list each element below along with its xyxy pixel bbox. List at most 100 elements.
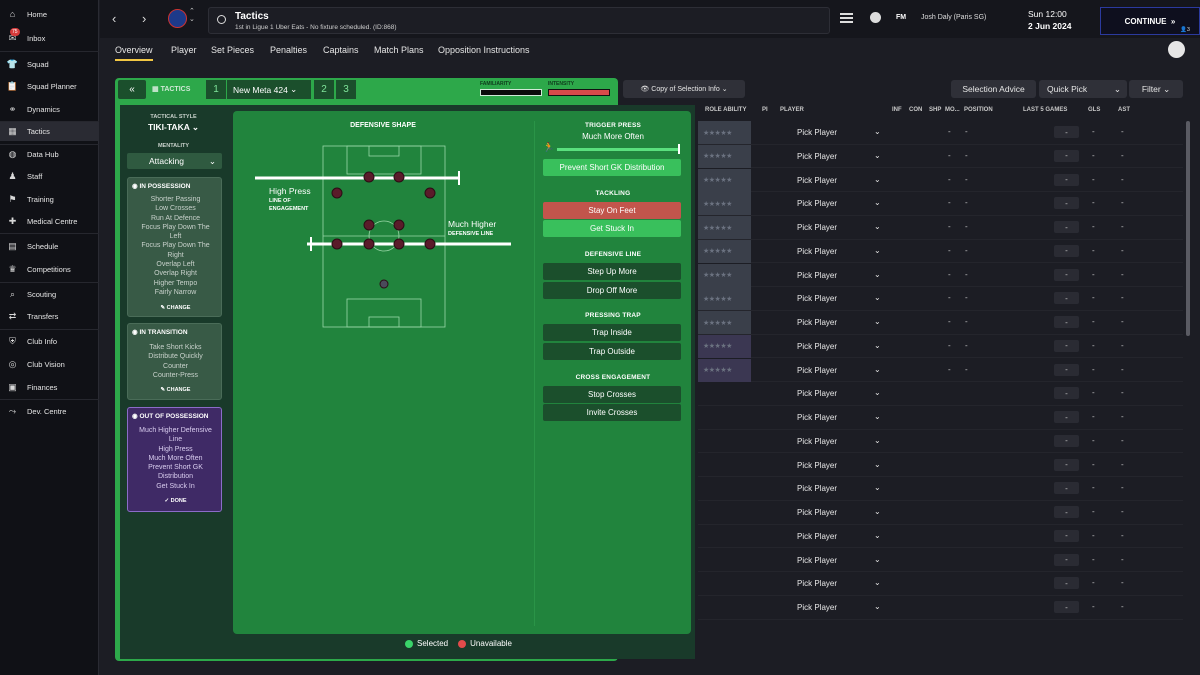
sidebar-item-squad[interactable]: 👕 Squad (0, 54, 99, 74)
column-header[interactable]: POSITION (964, 107, 993, 113)
tactic-slot-1[interactable]: 1 (206, 80, 226, 99)
pick-player-select[interactable]: Pick Player (797, 484, 837, 493)
chevron-down-icon[interactable]: ⌄ (874, 127, 881, 136)
table-scrollbar[interactable] (1186, 121, 1190, 336)
pick-player-select[interactable]: Pick Player (797, 603, 837, 612)
chevron-down-icon[interactable]: ⌄ (874, 483, 881, 492)
tab-captains[interactable]: Captains (323, 45, 359, 55)
chevron-down-icon[interactable]: ⌄ (874, 555, 881, 564)
chevron-down-icon[interactable]: ⌄ (874, 270, 881, 279)
column-header[interactable]: MO... (945, 107, 960, 113)
sidebar-item-dev-centre[interactable]: ⤳ Dev. Centre (0, 401, 99, 421)
table-row[interactable]: Pick Player ⌄ - - - (698, 549, 1183, 573)
trigger-press-handle[interactable] (678, 144, 680, 154)
stop-crosses-button[interactable]: Stop Crosses (543, 386, 681, 403)
sidebar-item-training[interactable]: ⚑ Training (0, 189, 99, 209)
sidebar-item-staff[interactable]: ♟ Staff (0, 166, 99, 186)
pick-player-select[interactable]: Pick Player (797, 508, 837, 517)
chevron-down-icon[interactable]: ⌄ (874, 436, 881, 445)
column-header[interactable]: INF (892, 107, 902, 113)
in-transition-box[interactable]: ◉ IN TRANSITION Take Short Kicks Distribu… (127, 323, 222, 400)
tactical-style-select[interactable]: TIKI-TAKA ⌄ (120, 122, 227, 133)
column-header[interactable]: AST (1118, 107, 1130, 113)
chevron-down-icon[interactable]: ⌄ (874, 341, 881, 350)
out-of-possession-box[interactable]: ◉ OUT OF POSSESSION Much Higher Defensiv… (127, 407, 222, 512)
chevron-down-icon[interactable]: ⌄ (874, 151, 881, 160)
chevron-down-icon[interactable]: ⌃ ⌄ (189, 8, 195, 24)
sidebar-item-club-info[interactable]: ⛨ Club Info (0, 331, 99, 351)
tab-penalties[interactable]: Penalties (270, 45, 307, 55)
table-row[interactable]: ★★★★★ Pick Player ⌄ - - - - - (698, 239, 1183, 264)
trigger-press-slider[interactable] (557, 148, 679, 151)
manager-name[interactable]: Josh Daly (Paris SG) (921, 14, 986, 21)
column-header[interactable]: PI (762, 107, 768, 113)
table-row[interactable]: Pick Player ⌄ - - - (698, 382, 1183, 406)
chevron-down-icon[interactable]: ⌄ (874, 293, 881, 302)
pick-player-select[interactable]: Pick Player (797, 128, 837, 137)
stay-on-feet-button[interactable]: Stay On Feet (543, 202, 681, 219)
sidebar-item-tactics[interactable]: ▦ Tactics (0, 121, 99, 141)
in-transition-change[interactable]: ✎ CHANGE (128, 387, 223, 393)
chevron-down-icon[interactable]: ⌄ (874, 602, 881, 611)
pick-player-select[interactable]: Pick Player (797, 461, 837, 470)
sidebar-item-scouting[interactable]: ⌕ Scouting (0, 284, 99, 304)
table-row[interactable]: Pick Player ⌄ - - - (698, 501, 1183, 525)
pick-player-select[interactable]: Pick Player (797, 294, 837, 303)
pick-player-select[interactable]: Pick Player (797, 437, 837, 446)
chevron-down-icon[interactable]: ⌄ (874, 388, 881, 397)
table-row[interactable]: ★★★★★ Pick Player ⌄ - - - - - (698, 144, 1183, 169)
chevron-down-icon[interactable]: ⌄ (874, 460, 881, 469)
quick-pick-button[interactable]: Quick Pick ⌄ (1039, 80, 1127, 98)
pick-player-select[interactable]: Pick Player (797, 342, 837, 351)
table-row[interactable]: Pick Player ⌄ - - - (698, 477, 1183, 501)
sidebar-item-inbox[interactable]: ✉ 75 Inbox (0, 27, 99, 48)
chevron-down-icon[interactable]: ⌄ (874, 246, 881, 255)
table-row[interactable]: Pick Player ⌄ - - - (698, 525, 1183, 549)
chevron-down-icon[interactable]: ⌄ (874, 507, 881, 516)
search-bar[interactable]: Tactics 1st in Ligue 1 Uber Eats - No fi… (208, 7, 830, 34)
manager-avatar[interactable] (1168, 41, 1185, 58)
table-row[interactable]: ★★★★★ Pick Player ⌄ - - - - - (698, 311, 1183, 335)
sidebar-item-data-hub[interactable]: ◍ Data Hub (0, 144, 99, 164)
collapse-button[interactable]: « (118, 80, 146, 99)
table-row[interactable]: ★★★★★ Pick Player ⌄ - - - - - (698, 216, 1183, 240)
tab-opposition-instructions[interactable]: Opposition Instructions (438, 45, 530, 55)
step-up-more-button[interactable]: Step Up More (543, 263, 681, 280)
column-header[interactable]: SHP (929, 107, 941, 113)
pick-player-select[interactable]: Pick Player (797, 413, 837, 422)
selection-advice-button[interactable]: Selection Advice (951, 80, 1036, 98)
in-possession-change[interactable]: ✎ CHANGE (128, 305, 223, 311)
tab-match-plans[interactable]: Match Plans (374, 45, 424, 55)
tab-set-pieces[interactable]: Set Pieces (211, 45, 254, 55)
tab-overview[interactable]: Overview (115, 45, 153, 61)
column-header[interactable]: ROLE ABILITY (705, 107, 746, 113)
chevron-down-icon[interactable]: ⌄ (874, 365, 881, 374)
pick-player-select[interactable]: Pick Player (797, 532, 837, 541)
pick-player-select[interactable]: Pick Player (797, 389, 837, 398)
pick-player-select[interactable]: Pick Player (797, 247, 837, 256)
column-header[interactable]: PLAYER (780, 107, 804, 113)
out-of-possession-done[interactable]: ✓ DONE (128, 498, 223, 504)
club-crest-icon[interactable] (168, 9, 187, 28)
column-header[interactable]: GLS (1088, 107, 1100, 113)
invite-crosses-button[interactable]: Invite Crosses (543, 404, 681, 421)
table-row[interactable]: Pick Player ⌄ - - - (698, 596, 1183, 620)
tactic-slot-3[interactable]: 3 (336, 80, 356, 99)
table-row[interactable]: ★★★★★ Pick Player ⌄ - - - - - (698, 192, 1183, 216)
chevron-down-icon[interactable]: ⌄ (874, 198, 881, 207)
copy-selection-select[interactable]: 👁 Copy of Selection Info ⌄ (623, 80, 745, 98)
column-header[interactable]: LAST 5 GAMES (1023, 107, 1067, 113)
sidebar-item-club-vision[interactable]: ◎ Club Vision (0, 354, 99, 374)
filter-button[interactable]: Filter ⌄ (1129, 80, 1183, 98)
in-possession-box[interactable]: ◉ IN POSSESSION Shorter Passing Low Cross… (127, 177, 222, 317)
sidebar-item-medical-centre[interactable]: ✚ Medical Centre (0, 211, 99, 231)
table-row[interactable]: Pick Player ⌄ - - - (698, 406, 1183, 430)
sidebar-item-competitions[interactable]: ♛ Competitions (0, 259, 99, 279)
drop-off-more-button[interactable]: Drop Off More (543, 282, 681, 299)
table-row[interactable]: ★★★★★ Pick Player ⌄ - - - - - (698, 121, 1183, 145)
sidebar-item-squad-planner[interactable]: 📋 Squad Planner (0, 76, 99, 96)
chevron-down-icon[interactable]: ⌄ (874, 412, 881, 421)
table-row[interactable]: ★★★★★ Pick Player ⌄ - - - - - (698, 358, 1183, 383)
chevron-down-icon[interactable]: ⌄ (874, 222, 881, 231)
table-row[interactable]: ★★★★★ Pick Player ⌄ - - - - - (698, 168, 1183, 193)
